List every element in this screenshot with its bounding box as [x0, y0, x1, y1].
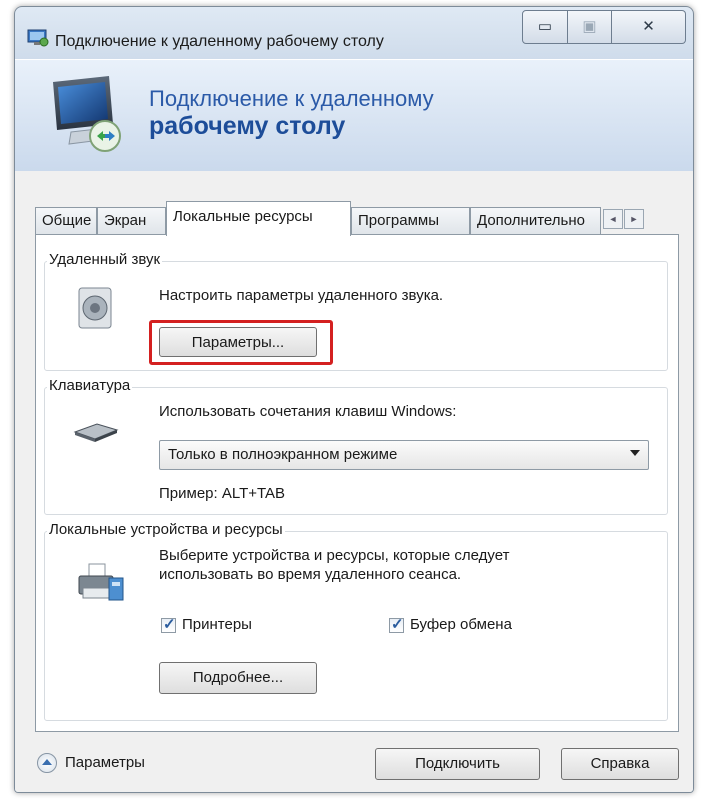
dialog-body: Общие Экран Локальные ресурсы Программы … — [15, 171, 693, 792]
local-devices-description-line2: использовать во время удаленного сеанса. — [159, 566, 462, 583]
keyboard-group: Клавиатура Использовать сочетания клавиш… — [44, 377, 668, 515]
show-options-label[interactable]: Параметры — [65, 754, 145, 771]
keyboard-description: Использовать сочетания клавиш Windows: — [159, 403, 457, 420]
local-devices-description-line1: Выберите устройства и ресурсы, которые с… — [159, 547, 510, 564]
dropdown-arrow-icon — [630, 450, 640, 456]
tab-advanced[interactable]: Дополнительно — [470, 207, 601, 235]
local-resources-panel: Удаленный звук Настроить параметры удале… — [35, 234, 679, 732]
check-icon: ✓ — [163, 616, 176, 633]
tab-scroll-right-icon[interactable]: ► — [624, 209, 644, 229]
speaker-icon — [78, 287, 112, 329]
keyboard-mode-select[interactable]: Только в полноэкранном режиме — [159, 440, 649, 470]
tab-scroll-left-icon[interactable]: ◄ — [603, 209, 623, 229]
remote-audio-group-label: Удаленный звук — [47, 251, 163, 268]
close-button[interactable]: ✕ — [612, 10, 686, 44]
rdp-window: Подключение к удаленному рабочему столу … — [14, 6, 694, 793]
keyboard-group-label: Клавиатура — [47, 377, 133, 394]
local-devices-group-label: Локальные устройства и ресурсы — [47, 521, 285, 538]
tab-programs[interactable]: Программы — [351, 207, 470, 235]
header-banner: Подключение к удаленному рабочему столу — [15, 59, 693, 172]
more-devices-button[interactable]: Подробнее... — [159, 662, 317, 694]
show-options-toggle[interactable] — [37, 753, 57, 773]
printers-checkbox[interactable]: ✓ — [161, 616, 176, 633]
maximize-button[interactable]: ▣ — [568, 10, 612, 44]
connect-button[interactable]: Подключить — [375, 748, 540, 780]
chevron-up-icon — [42, 759, 52, 765]
window-title: Подключение к удаленному рабочему столу — [55, 33, 384, 50]
clipboard-label: Буфер обмена — [410, 616, 512, 633]
printers-label: Принтеры — [182, 616, 252, 633]
title-bar: Подключение к удаленному рабочему столу … — [15, 7, 693, 59]
keyboard-mode-selected: Только в полноэкранном режиме — [168, 446, 398, 463]
tab-local-resources[interactable]: Локальные ресурсы — [166, 201, 351, 236]
minimize-icon: ▭ — [537, 18, 553, 35]
remote-desktop-large-icon — [53, 76, 121, 152]
banner-title-line1: Подключение к удаленному — [149, 86, 434, 111]
tab-strip: Общие Экран Локальные ресурсы Программы … — [35, 201, 679, 236]
printer-devices-icon — [78, 563, 124, 601]
maximize-icon: ▣ — [582, 18, 597, 35]
remote-desktop-small-icon — [27, 29, 49, 47]
local-devices-group: Локальные устройства и ресурсы Выберите … — [44, 521, 668, 721]
banner-title-line2: рабочему столу — [149, 112, 346, 140]
remote-audio-group: Удаленный звук Настроить параметры удале… — [44, 251, 668, 371]
remote-audio-description: Настроить параметры удаленного звука. — [159, 287, 444, 304]
tab-general[interactable]: Общие — [35, 207, 97, 235]
tab-display[interactable]: Экран — [97, 207, 166, 235]
check-icon: ✓ — [391, 616, 404, 633]
audio-settings-button[interactable]: Параметры... — [159, 327, 317, 357]
keyboard-icon — [73, 423, 119, 442]
minimize-button[interactable]: ▭ — [522, 10, 568, 44]
help-button[interactable]: Справка — [561, 748, 679, 780]
clipboard-checkbox[interactable]: ✓ — [389, 616, 404, 633]
keyboard-example: Пример: ALT+TAB — [159, 485, 286, 502]
close-icon: ✕ — [642, 18, 655, 35]
